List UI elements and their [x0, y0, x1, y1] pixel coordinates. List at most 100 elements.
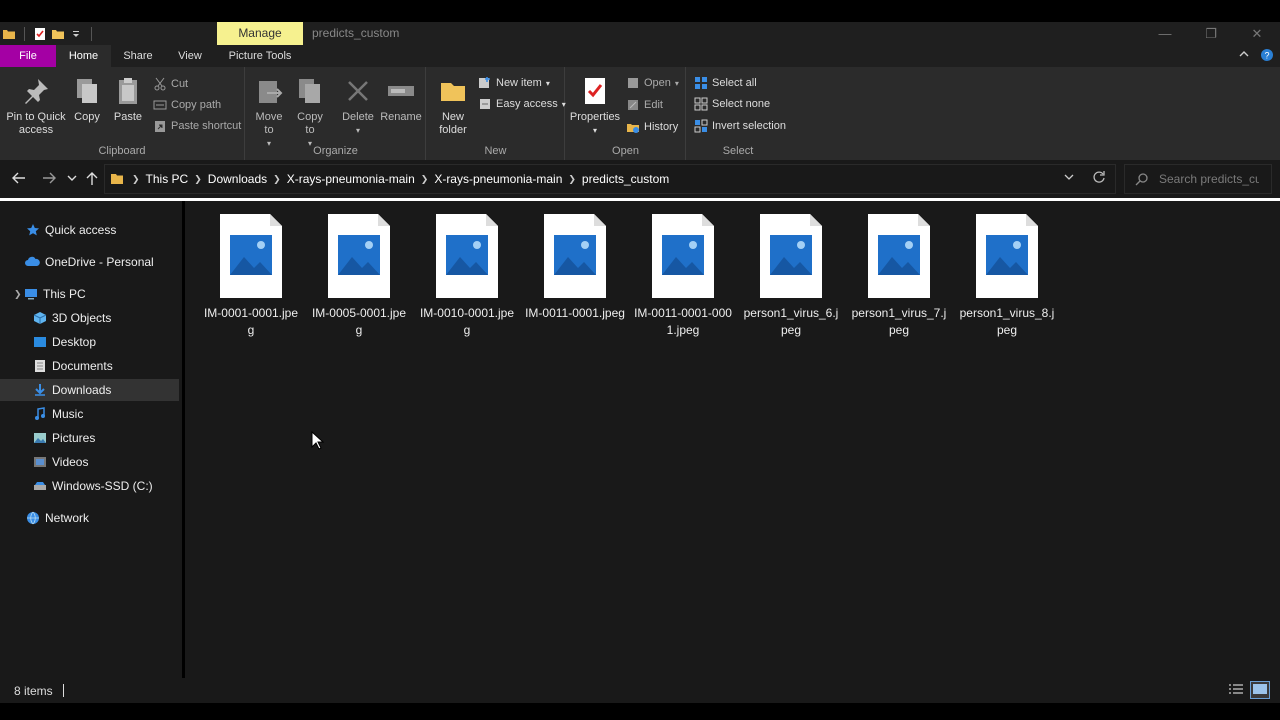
file-item[interactable]: IM-0005-0001.jpeg [309, 213, 409, 339]
tab-share[interactable]: Share [113, 45, 163, 67]
new-item-button[interactable]: New item ▾ [478, 74, 550, 92]
file-item[interactable]: IM-0010-0001.jpeg [417, 213, 517, 339]
clipboard-group-label: Clipboard [98, 145, 146, 157]
paste-button[interactable]: Paste [110, 75, 146, 124]
copy-button[interactable]: Copy [70, 75, 104, 124]
file-name: person1_virus_6.jpeg [743, 306, 839, 337]
easy-access-button[interactable]: Easy access ▾ [478, 95, 566, 113]
nav-item-desktop[interactable]: Desktop [0, 331, 179, 353]
back-arrow-icon[interactable] [11, 170, 27, 190]
delete-button[interactable]: Delete ▾ [339, 75, 377, 137]
tab-home[interactable]: Home [56, 45, 111, 67]
breadcrumb-xrays-pneumonia-main-inner[interactable]: X-rays-pneumonia-main [434, 172, 562, 186]
scissors-icon [154, 77, 166, 91]
nav-item-music[interactable]: Music [0, 403, 179, 425]
nav-item-videos[interactable]: Videos [0, 451, 179, 473]
tab-picture-tools[interactable]: Picture Tools [221, 45, 299, 67]
close-button[interactable]: ✕ [1234, 22, 1280, 45]
manage-context-tab[interactable]: Manage [217, 22, 303, 45]
nav-item-3d-objects[interactable]: 3D Objects [0, 307, 179, 329]
window-controls: — ❐ ✕ [1142, 22, 1280, 45]
file-item[interactable]: IM-0011-0001.jpeg [525, 213, 625, 322]
nav-item-label: Windows-SSD (C:) [52, 479, 153, 493]
breadcrumb-xrays-pneumonia-main[interactable]: X-rays-pneumonia-main [287, 172, 415, 186]
cut-button[interactable]: Cut [153, 75, 188, 93]
recent-locations-chevron-icon[interactable] [66, 170, 78, 190]
address-bar[interactable]: ❯ This PC ❯ Downloads ❯ X-rays-pneumonia… [104, 164, 1116, 194]
details-view-icon[interactable] [1226, 681, 1246, 699]
chevron-right-icon[interactable]: ❯ [14, 289, 24, 300]
invert-selection-button[interactable]: Invert selection [694, 117, 786, 135]
new-folder-button[interactable]: New folder [433, 75, 473, 137]
open-button[interactable]: Open ▾ [626, 74, 679, 92]
search-input[interactable] [1159, 172, 1259, 186]
nav-item-this-pc[interactable]: ❯ This PC [0, 283, 179, 305]
refresh-icon[interactable] [1092, 170, 1106, 187]
move-to-button[interactable]: Move to ▾ [252, 75, 286, 150]
select-all-button[interactable]: Select all [694, 74, 757, 92]
collapse-ribbon-icon[interactable] [1238, 48, 1250, 60]
chevron-right-icon[interactable]: ❯ [273, 174, 281, 185]
rename-label: Rename [380, 111, 422, 123]
file-item[interactable]: IM-0011-0001-0001.jpeg [633, 213, 733, 339]
nav-item-windows-ssd[interactable]: Windows-SSD (C:) [0, 475, 179, 497]
image-file-icon [436, 214, 498, 298]
breadcrumb-downloads[interactable]: Downloads [208, 172, 267, 186]
file-name: IM-0011-0001-0001.jpeg [634, 306, 732, 337]
minimize-button[interactable]: — [1142, 22, 1188, 45]
chevron-right-icon[interactable]: ❯ [568, 174, 576, 185]
address-dropdown-chevron-icon[interactable] [1063, 171, 1075, 186]
file-name: IM-0001-0001.jpeg [203, 306, 299, 337]
copy-to-button[interactable]: Copy to ▾ [292, 75, 328, 150]
address-row: ❯ This PC ❯ Downloads ❯ X-rays-pneumonia… [0, 160, 1280, 198]
select-all-icon [695, 77, 707, 89]
paste-shortcut-icon [155, 121, 165, 132]
open-group-label: Open [612, 145, 639, 157]
history-label: History [644, 121, 679, 133]
nav-item-pictures[interactable]: Pictures [0, 427, 179, 449]
file-item[interactable]: person1_virus_8.jpeg [957, 213, 1057, 339]
nav-item-quick-access[interactable]: Quick access [0, 219, 179, 241]
paste-shortcut-button[interactable]: Paste shortcut [153, 117, 241, 135]
pin-quick-access-button[interactable]: Pin to Quick access [4, 75, 68, 137]
chevron-right-icon[interactable]: ❯ [421, 174, 429, 185]
chevron-right-icon[interactable]: ❯ [132, 174, 140, 185]
restore-button[interactable]: ❐ [1188, 22, 1234, 45]
tab-file[interactable]: File [0, 45, 56, 67]
status-separator [62, 684, 64, 697]
select-none-button[interactable]: Select none [694, 95, 770, 113]
properties-button[interactable]: Properties ▾ [569, 75, 621, 137]
nav-item-downloads[interactable]: Downloads [0, 379, 179, 401]
forward-arrow-icon[interactable] [41, 170, 57, 190]
up-arrow-icon[interactable] [85, 170, 99, 190]
breadcrumb-predicts-custom[interactable]: predicts_custom [582, 172, 669, 186]
properties-icon[interactable] [33, 27, 47, 41]
help-icon[interactable]: ? [1260, 48, 1274, 62]
chevron-down-icon: ▾ [674, 78, 679, 88]
delete-label: Delete [342, 111, 374, 123]
chevron-down-icon[interactable] [69, 27, 83, 41]
rename-icon [388, 86, 414, 96]
large-icons-view-icon[interactable] [1250, 681, 1270, 699]
new-folder-label: New folder [439, 111, 467, 136]
breadcrumb-this-pc[interactable]: This PC [146, 172, 189, 186]
rename-button[interactable]: Rename [380, 75, 422, 124]
file-item[interactable]: person1_virus_7.jpeg [849, 213, 949, 339]
search-box[interactable] [1124, 164, 1272, 194]
nav-item-network[interactable]: Network [0, 507, 179, 529]
edit-button[interactable]: Edit [626, 96, 663, 114]
copy-path-button[interactable]: Copy path [153, 96, 221, 114]
tab-view[interactable]: View [167, 45, 213, 67]
history-button[interactable]: History [626, 118, 678, 136]
properties-label: Properties [569, 111, 621, 123]
file-item[interactable]: IM-0001-0001.jpeg [201, 213, 301, 339]
nav-item-label: Music [52, 407, 84, 421]
select-group: Select all Select none Invert selection … [687, 67, 789, 160]
invert-selection-label: Invert selection [712, 120, 786, 132]
new-folder-icon[interactable] [51, 27, 65, 41]
mouse-cursor-icon [311, 431, 325, 450]
chevron-right-icon[interactable]: ❯ [194, 174, 202, 185]
nav-item-onedrive[interactable]: OneDrive - Personal [0, 251, 179, 273]
nav-item-documents[interactable]: Documents [0, 355, 179, 377]
file-item[interactable]: person1_virus_6.jpeg [741, 213, 841, 339]
